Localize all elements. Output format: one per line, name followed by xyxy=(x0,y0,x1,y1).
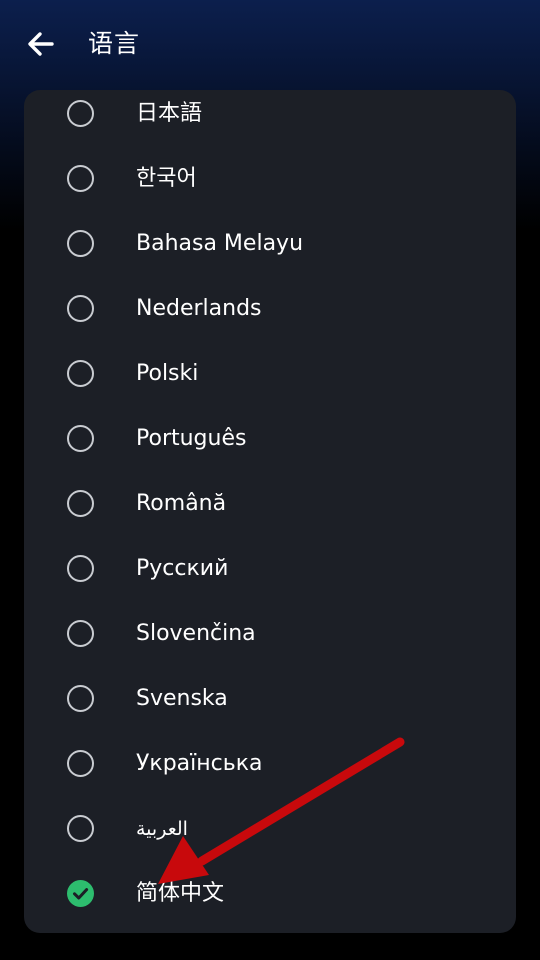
language-option-dutch[interactable]: Nederlands xyxy=(24,279,516,344)
language-label: Svenska xyxy=(136,686,228,711)
language-label: Українська xyxy=(136,751,263,776)
radio-unchecked-icon[interactable] xyxy=(67,815,94,842)
back-button[interactable] xyxy=(22,24,62,64)
radio-unchecked-icon[interactable] xyxy=(67,620,94,647)
language-option-malay[interactable]: Bahasa Melayu xyxy=(24,214,516,279)
language-option-korean[interactable]: 한국어 xyxy=(24,149,516,214)
language-option-polish[interactable]: Polski xyxy=(24,344,516,409)
language-option-russian[interactable]: Русский xyxy=(24,539,516,604)
language-option-simplified-chinese[interactable]: 简体中文 xyxy=(24,864,516,929)
language-option-portuguese[interactable]: Português xyxy=(24,409,516,474)
language-option-swedish[interactable]: Svenska xyxy=(24,669,516,734)
language-label: 한국어 xyxy=(136,166,197,191)
radio-unchecked-icon[interactable] xyxy=(67,360,94,387)
radio-unchecked-icon[interactable] xyxy=(67,555,94,582)
language-label: العربية xyxy=(136,818,188,840)
radio-unchecked-icon[interactable] xyxy=(67,295,94,322)
language-label: Русский xyxy=(136,556,229,581)
language-label: Bahasa Melayu xyxy=(136,231,304,256)
language-label: 简体中文 xyxy=(136,881,225,906)
language-settings-screen: 语言 日本語 한국어 Bahasa Melayu Nederlands Pols… xyxy=(0,0,540,960)
radio-unchecked-icon[interactable] xyxy=(67,100,94,127)
radio-checked-icon[interactable] xyxy=(67,880,94,907)
page-title: 语言 xyxy=(88,29,141,58)
radio-unchecked-icon[interactable] xyxy=(67,425,94,452)
radio-unchecked-icon[interactable] xyxy=(67,490,94,517)
radio-unchecked-icon[interactable] xyxy=(67,165,94,192)
language-option-slovak[interactable]: Slovenčina xyxy=(24,604,516,669)
language-option-ukrainian[interactable]: Українська xyxy=(24,734,516,799)
language-option-romanian[interactable]: Română xyxy=(24,474,516,539)
language-label: Polski xyxy=(136,361,199,386)
language-list[interactable]: 日本語 한국어 Bahasa Melayu Nederlands Polski … xyxy=(24,90,516,933)
check-icon xyxy=(73,888,89,900)
language-label: Română xyxy=(136,491,227,516)
language-option-japanese[interactable]: 日本語 xyxy=(24,90,516,149)
language-label: Nederlands xyxy=(136,296,262,321)
language-label: Slovenčina xyxy=(136,621,256,646)
arrow-left-icon xyxy=(28,32,54,56)
language-label: 日本語 xyxy=(136,101,203,126)
language-label: Português xyxy=(136,426,247,451)
app-bar: 语言 xyxy=(0,0,540,86)
language-option-arabic[interactable]: العربية xyxy=(24,799,516,864)
radio-unchecked-icon[interactable] xyxy=(67,750,94,777)
radio-unchecked-icon[interactable] xyxy=(67,685,94,712)
radio-unchecked-icon[interactable] xyxy=(67,230,94,257)
